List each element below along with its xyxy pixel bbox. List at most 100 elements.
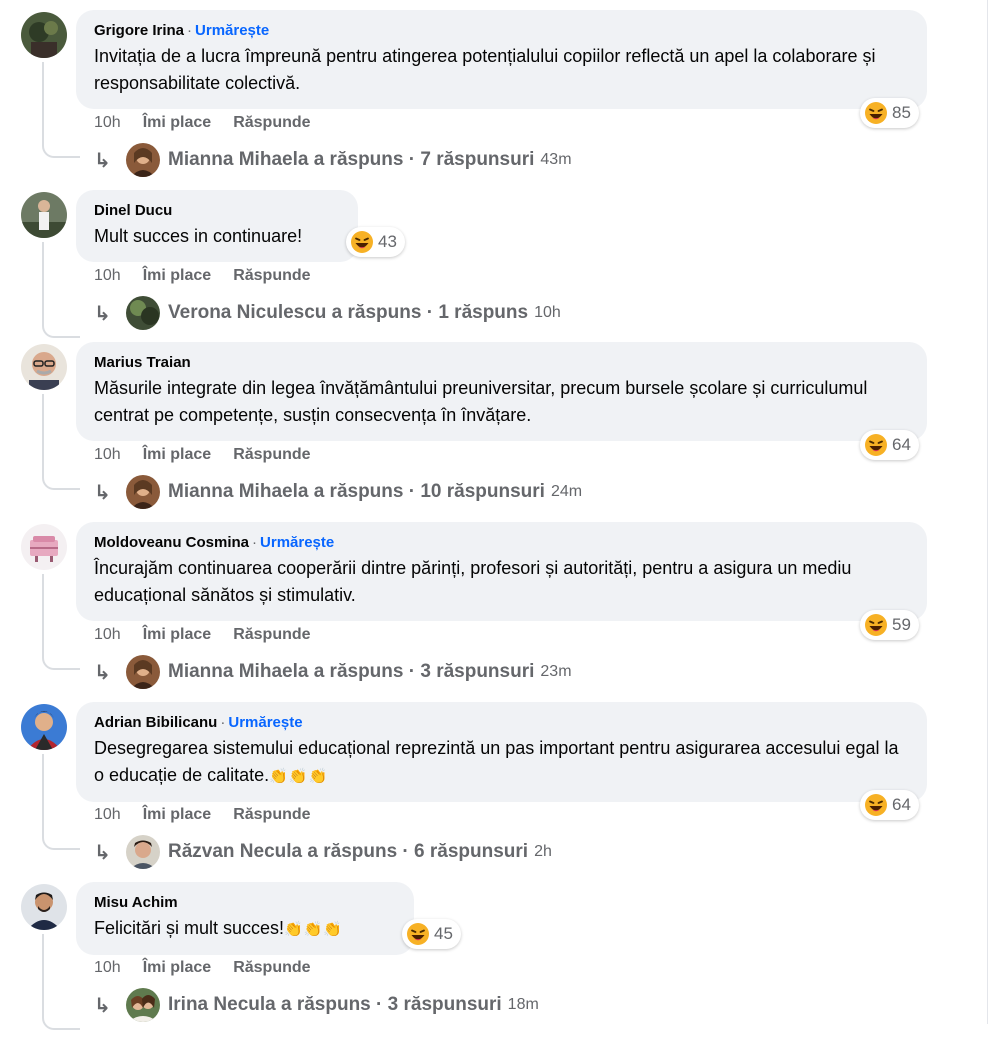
like-button[interactable]: Îmi place bbox=[143, 806, 211, 824]
reaction-count: 43 bbox=[378, 232, 397, 251]
view-replies-link[interactable]: ↳ Irina Necula a răspuns · 3 răspunsuri … bbox=[94, 988, 539, 1022]
comment-time[interactable]: 10h bbox=[94, 959, 121, 977]
comment-author[interactable]: Marius Traian bbox=[94, 354, 191, 371]
separator-dot: · bbox=[252, 534, 258, 551]
thread-line bbox=[42, 62, 80, 158]
clapping-hands-icon: 👏👏👏 bbox=[269, 768, 329, 785]
reaction-badge[interactable]: 43 bbox=[346, 227, 405, 257]
reaction-badge[interactable]: 85 bbox=[860, 98, 919, 128]
reply-button[interactable]: Răspunde bbox=[233, 446, 310, 464]
like-button[interactable]: Îmi place bbox=[143, 114, 211, 132]
reaction-badge[interactable]: 59 bbox=[860, 610, 919, 640]
view-replies-link[interactable]: ↳ Mianna Mihaela a răspuns · 7 răspunsur… bbox=[94, 143, 572, 177]
separator-dot: · bbox=[187, 22, 193, 39]
comment-time[interactable]: 10h bbox=[94, 626, 121, 644]
comment-actions: 10h Îmi place Răspunde bbox=[94, 267, 311, 285]
comment-time[interactable]: 10h bbox=[94, 446, 121, 464]
comment-text: Felicitări și mult succes!👏👏👏 bbox=[94, 915, 396, 943]
comment-text-body: Desegregarea sistemului educațional repr… bbox=[94, 738, 899, 785]
comment-time[interactable]: 10h bbox=[94, 806, 121, 824]
comment-actions: 10h Îmi place Răspunde bbox=[94, 446, 311, 464]
follow-button[interactable]: Urmărește bbox=[228, 714, 302, 731]
comment: Misu Achim Felicitări și mult succes!👏👏👏… bbox=[0, 882, 989, 1052]
reply-time: 24m bbox=[550, 483, 583, 500]
view-replies-link[interactable]: ↳ Mianna Mihaela a răspuns · 10 răspunsu… bbox=[94, 475, 582, 509]
avatar[interactable] bbox=[21, 344, 67, 390]
comment-bubble: Adrian Bibilicanu · Urmărește Desegregarea… bbox=[76, 702, 927, 802]
comment-time[interactable]: 10h bbox=[94, 114, 121, 132]
like-button[interactable]: Îmi place bbox=[143, 446, 211, 464]
reply-avatar bbox=[126, 296, 160, 330]
comment-bubble: Dinel Ducu Mult succes in continuare! bbox=[76, 190, 358, 262]
view-replies-link[interactable]: ↳ Răzvan Necula a răspuns · 6 răspunsuri… bbox=[94, 835, 552, 869]
thread-line bbox=[42, 934, 80, 1030]
comment-text: Măsurile integrate din legea învățământu… bbox=[94, 378, 868, 425]
reply-button[interactable]: Răspunde bbox=[233, 959, 310, 977]
avatar[interactable] bbox=[21, 884, 67, 930]
avatar[interactable] bbox=[21, 524, 67, 570]
comment-author[interactable]: Adrian Bibilicanu bbox=[94, 714, 217, 731]
laughing-face-icon bbox=[865, 614, 887, 636]
comment-text: Desegregarea sistemului educațional repr… bbox=[94, 735, 909, 790]
reply-summary: Irina Necula a răspuns · 3 răspunsuri bbox=[168, 994, 502, 1015]
reaction-badge[interactable]: 45 bbox=[402, 919, 461, 949]
reply-avatar bbox=[126, 988, 160, 1022]
thread-line bbox=[42, 754, 80, 850]
reply-arrow-icon: ↳ bbox=[94, 661, 111, 684]
reply-summary: Mianna Mihaela a răspuns · 10 răspunsuri bbox=[168, 481, 545, 502]
reply-arrow-icon: ↳ bbox=[94, 994, 111, 1017]
reply-time: 2h bbox=[534, 843, 552, 860]
reaction-badge[interactable]: 64 bbox=[860, 790, 919, 820]
avatar[interactable] bbox=[21, 704, 67, 750]
comment-text: Mult succes in continuare! bbox=[94, 226, 303, 246]
reply-time: 18m bbox=[507, 996, 539, 1013]
reply-button[interactable]: Răspunde bbox=[233, 114, 310, 132]
reaction-count: 45 bbox=[434, 924, 453, 943]
view-replies-link[interactable]: ↳ Verona Niculescu a răspuns · 1 răspuns… bbox=[94, 296, 561, 330]
reply-avatar bbox=[126, 475, 160, 509]
comment-text-body: Felicitări și mult succes! bbox=[94, 918, 285, 938]
follow-button[interactable]: Urmărește bbox=[260, 534, 334, 551]
reply-time: 43m bbox=[540, 151, 572, 168]
separator-dot: · bbox=[220, 714, 226, 731]
comment-author[interactable]: Dinel Ducu bbox=[94, 202, 172, 219]
reply-button[interactable]: Răspunde bbox=[233, 267, 310, 285]
comment-actions: 10h Îmi place Răspunde bbox=[94, 114, 311, 132]
comment-bubble: Misu Achim Felicitări și mult succes!👏👏👏 bbox=[76, 882, 414, 955]
laughing-face-icon bbox=[407, 923, 429, 945]
thread-line bbox=[42, 574, 80, 670]
like-button[interactable]: Îmi place bbox=[143, 626, 211, 644]
view-replies-link[interactable]: ↳ Mianna Mihaela a răspuns · 3 răspunsur… bbox=[94, 655, 572, 689]
comment: Dinel Ducu Mult succes in continuare! 43… bbox=[0, 190, 989, 360]
reply-time: 23m bbox=[540, 663, 572, 680]
comment: Marius Traian Măsurile integrate din leg… bbox=[0, 342, 989, 512]
reply-button[interactable]: Răspunde bbox=[233, 626, 310, 644]
comment-author[interactable]: Misu Achim bbox=[94, 894, 178, 911]
follow-button[interactable]: Urmărește bbox=[195, 22, 269, 39]
reaction-count: 85 bbox=[892, 103, 911, 122]
comment-actions: 10h Îmi place Răspunde bbox=[94, 626, 311, 644]
laughing-face-icon bbox=[351, 231, 373, 253]
reply-avatar bbox=[126, 143, 160, 177]
comment-bubble: Moldoveanu Cosmina · Urmărește Încurajăm c… bbox=[76, 522, 927, 621]
reply-time: 10h bbox=[534, 304, 561, 321]
like-button[interactable]: Îmi place bbox=[143, 959, 211, 977]
reply-arrow-icon: ↳ bbox=[94, 841, 111, 864]
thread-line bbox=[42, 242, 80, 338]
comment-author[interactable]: Moldoveanu Cosmina bbox=[94, 534, 249, 551]
like-button[interactable]: Îmi place bbox=[143, 267, 211, 285]
reaction-badge[interactable]: 64 bbox=[860, 430, 919, 460]
avatar[interactable] bbox=[21, 192, 67, 238]
reply-button[interactable]: Răspunde bbox=[233, 806, 310, 824]
comment-time[interactable]: 10h bbox=[94, 267, 121, 285]
reaction-count: 64 bbox=[892, 795, 911, 814]
reply-avatar bbox=[126, 835, 160, 869]
reply-summary: Verona Niculescu a răspuns · 1 răspuns bbox=[168, 302, 529, 323]
comment-author[interactable]: Grigore Irina bbox=[94, 22, 184, 39]
avatar[interactable] bbox=[21, 12, 67, 58]
reply-arrow-icon: ↳ bbox=[94, 302, 111, 325]
comment-actions: 10h Îmi place Răspunde bbox=[94, 806, 311, 824]
comment-actions: 10h Îmi place Răspunde bbox=[94, 959, 311, 977]
comment: Grigore Irina · Urmărește Invitația de a l… bbox=[0, 10, 989, 180]
reply-arrow-icon: ↳ bbox=[94, 481, 111, 504]
